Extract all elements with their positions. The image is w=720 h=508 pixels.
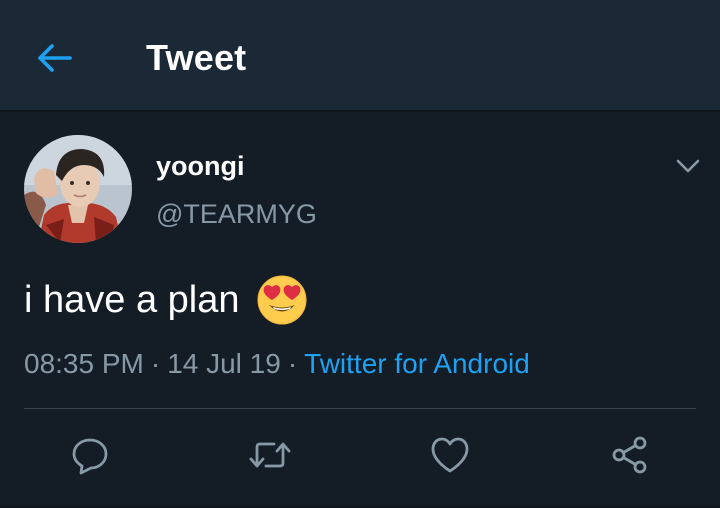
heart-eyes-emoji-icon	[257, 275, 306, 325]
avatar[interactable]	[24, 135, 132, 243]
share-icon	[612, 436, 647, 474]
tweet-menu-button[interactable]	[670, 152, 706, 180]
back-button[interactable]	[30, 36, 78, 80]
meta-separator: ·	[287, 348, 298, 379]
heart-icon	[431, 437, 469, 473]
retweet-button[interactable]	[248, 433, 292, 477]
author-display-name[interactable]: yoongi	[156, 150, 245, 182]
reply-icon	[72, 438, 108, 475]
arrow-left-icon	[38, 44, 72, 72]
divider	[24, 408, 696, 409]
page-title: Tweet	[146, 37, 247, 78]
top-bar: Tweet	[0, 0, 720, 112]
author-handle[interactable]: @TEARMYG	[156, 198, 317, 230]
tweet-meta: 08:35 PM · 14 Jul 19 · Twitter for Android	[24, 346, 530, 382]
tweet-text: i have a plan	[24, 279, 240, 321]
tweet-date: 14 Jul 19	[167, 348, 281, 379]
tweet-body: i have a plan	[24, 274, 308, 326]
like-button[interactable]	[428, 433, 472, 477]
tweet-source-link[interactable]: Twitter for Android	[304, 348, 530, 379]
reply-button[interactable]	[68, 433, 112, 477]
avatar-image	[24, 135, 132, 243]
retweet-icon	[249, 442, 291, 468]
meta-separator: ·	[150, 348, 161, 379]
tweet-time: 08:35 PM	[24, 348, 144, 379]
share-button[interactable]	[608, 433, 652, 477]
chevron-down-icon	[676, 159, 700, 173]
